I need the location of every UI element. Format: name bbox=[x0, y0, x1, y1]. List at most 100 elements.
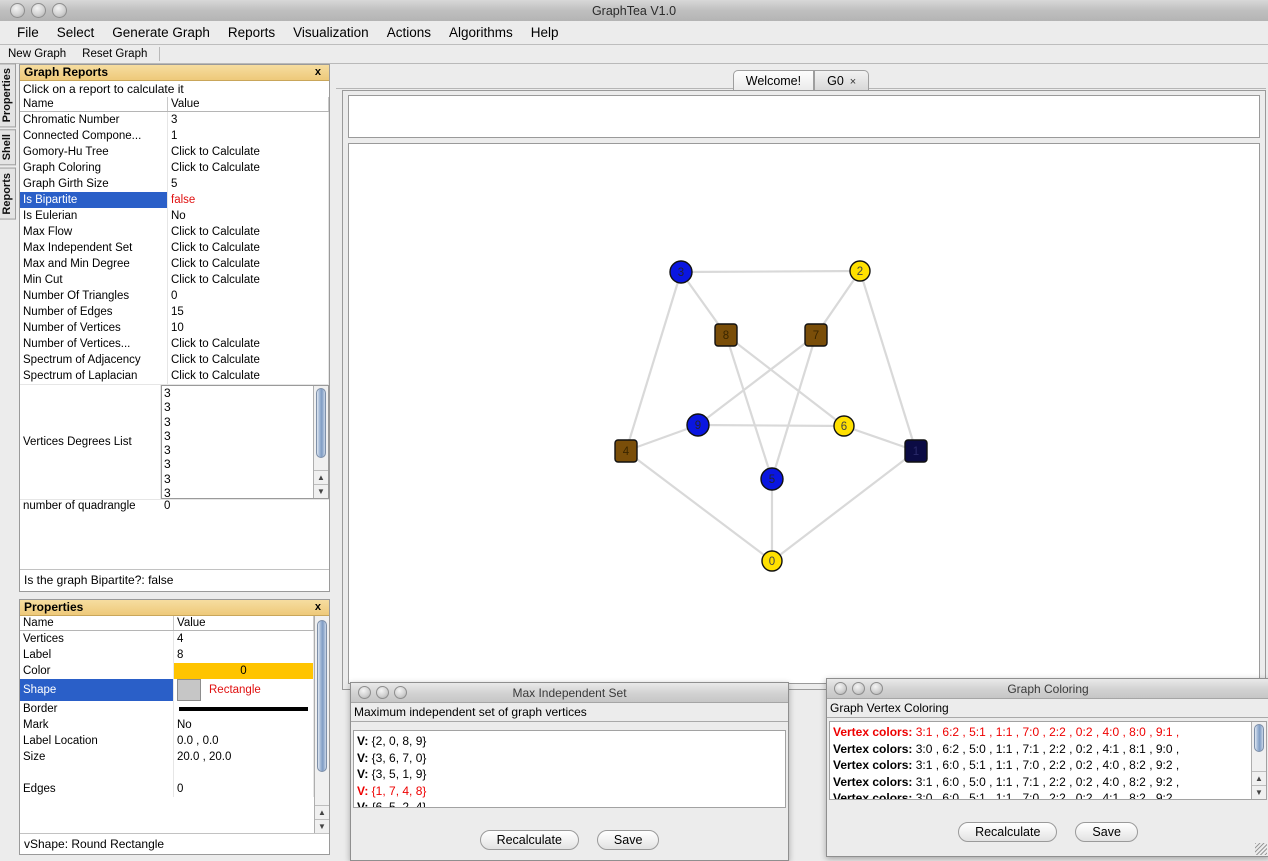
scrollbar-track[interactable] bbox=[314, 386, 328, 470]
save-button[interactable]: Save bbox=[1075, 822, 1138, 842]
graph-vertex[interactable]: 7 bbox=[804, 323, 828, 347]
menu-actions[interactable]: Actions bbox=[378, 23, 440, 42]
graph-vertex[interactable]: 8 bbox=[714, 323, 738, 347]
property-value[interactable]: Rectangle bbox=[173, 679, 314, 701]
table-row[interactable]: Number of Vertices... Click to Calculate bbox=[20, 336, 329, 352]
table-row[interactable]: Number Of Triangles 0 bbox=[20, 288, 329, 304]
report-value[interactable]: 3 bbox=[167, 111, 329, 128]
graph-vertex[interactable]: 6 bbox=[833, 415, 855, 437]
scroll-down-icon[interactable]: ▼ bbox=[315, 819, 329, 833]
vertex-coloring-row[interactable]: Vertex colors: 3:1 , 6:2 , 5:1 , 1:1 , 7… bbox=[833, 724, 1251, 741]
table-row[interactable]: Max Independent Set Click to Calculate bbox=[20, 240, 329, 256]
report-value[interactable]: false bbox=[167, 192, 329, 208]
report-value[interactable]: Click to Calculate bbox=[167, 160, 329, 176]
close-icon[interactable]: x bbox=[315, 65, 325, 80]
independent-set-row[interactable]: V: {6, 5, 2, 4} bbox=[357, 799, 785, 807]
report-value[interactable]: Click to Calculate bbox=[167, 240, 329, 256]
scrollbar-track[interactable] bbox=[315, 616, 329, 805]
new-graph-button[interactable]: New Graph bbox=[0, 47, 74, 61]
table-row[interactable] bbox=[20, 765, 314, 781]
max-independent-set-list[interactable]: V: {2, 0, 8, 9} V: {3, 6, 7, 0} V: {3, 5, … bbox=[353, 730, 786, 808]
scroll-up-icon[interactable]: ▲ bbox=[315, 805, 329, 819]
property-value[interactable]: 0 bbox=[173, 781, 314, 797]
degrees-scrollbar[interactable]: ▲ ▼ bbox=[313, 386, 328, 498]
graph-edge[interactable] bbox=[858, 270, 918, 452]
graph-edge[interactable] bbox=[697, 423, 845, 428]
side-tab-shell[interactable]: Shell bbox=[0, 129, 16, 166]
graph-vertex[interactable]: 3 bbox=[669, 260, 693, 284]
tab-welcome[interactable]: Welcome! bbox=[732, 70, 815, 90]
graph-vertex[interactable]: 1 bbox=[904, 439, 928, 463]
graph-vertex[interactable]: 4 bbox=[614, 439, 638, 463]
graph-edge[interactable] bbox=[771, 450, 917, 562]
reset-graph-button[interactable]: Reset Graph bbox=[74, 47, 155, 61]
recalculate-button[interactable]: Recalculate bbox=[479, 830, 579, 850]
menu-visualization[interactable]: Visualization bbox=[284, 23, 378, 42]
report-value[interactable]: Click to Calculate bbox=[167, 336, 329, 352]
report-value[interactable]: 5 bbox=[167, 176, 329, 192]
table-row[interactable]: Max and Min Degree Click to Calculate bbox=[20, 256, 329, 272]
graph-edge[interactable] bbox=[697, 334, 817, 426]
table-row[interactable]: Label Location 0.0 , 0.0 bbox=[20, 733, 314, 749]
editor-toolbar-strip[interactable] bbox=[348, 95, 1260, 138]
resize-grip-icon[interactable] bbox=[1255, 843, 1267, 855]
table-row[interactable]: Graph Girth Size 5 bbox=[20, 176, 329, 192]
graph-edge[interactable] bbox=[724, 334, 774, 480]
report-value[interactable]: 10 bbox=[167, 320, 329, 336]
table-row[interactable]: Gomory-Hu Tree Click to Calculate bbox=[20, 144, 329, 160]
tab-g0[interactable]: G0 × bbox=[814, 70, 870, 90]
table-row[interactable]: Connected Compone... 1 bbox=[20, 128, 329, 144]
graph-vertex[interactable]: 9 bbox=[686, 413, 710, 437]
property-value[interactable]: 4 bbox=[173, 630, 314, 647]
properties-scrollbar[interactable]: ▲ ▼ bbox=[314, 616, 329, 833]
table-row[interactable]: Color 0 bbox=[20, 663, 314, 679]
independent-set-row[interactable]: V: {1, 7, 4, 8} bbox=[357, 783, 785, 800]
menu-help[interactable]: Help bbox=[522, 23, 568, 42]
side-tab-properties[interactable]: Properties bbox=[0, 63, 16, 128]
vertex-coloring-row[interactable]: Vertex colors: 3:1 , 6:0 , 5:0 , 1:1 , 7… bbox=[833, 774, 1251, 791]
property-value[interactable] bbox=[173, 701, 314, 717]
table-row[interactable]: Shape Rectangle bbox=[20, 679, 314, 701]
graph-canvas[interactable]: 3 2 8 7 9 6 4 1 5 0 bbox=[348, 143, 1260, 684]
color-swatch-value[interactable]: 0 bbox=[173, 663, 314, 679]
table-row[interactable]: Vertices 4 bbox=[20, 630, 314, 647]
graph-edge[interactable] bbox=[624, 271, 683, 452]
table-row[interactable]: Edges 0 bbox=[20, 781, 314, 797]
graph-vertex[interactable]: 0 bbox=[761, 550, 783, 572]
report-value[interactable]: Click to Calculate bbox=[167, 256, 329, 272]
table-row[interactable]: Is Eulerian No bbox=[20, 208, 329, 224]
table-row[interactable]: Min Cut Click to Calculate bbox=[20, 272, 329, 288]
report-value[interactable]: Click to Calculate bbox=[167, 224, 329, 240]
table-row[interactable]: Spectrum of Adjacency Click to Calculate bbox=[20, 352, 329, 368]
table-row[interactable]: Max Flow Click to Calculate bbox=[20, 224, 329, 240]
table-row[interactable]: Mark No bbox=[20, 717, 314, 733]
report-value[interactable]: Click to Calculate bbox=[167, 272, 329, 288]
table-row[interactable]: Is Bipartite false bbox=[20, 192, 329, 208]
menu-algorithms[interactable]: Algorithms bbox=[440, 23, 522, 42]
menu-generate-graph[interactable]: Generate Graph bbox=[103, 23, 219, 42]
scrollbar-thumb[interactable] bbox=[1254, 724, 1264, 752]
table-row[interactable]: Chromatic Number 3 bbox=[20, 111, 329, 128]
scroll-down-icon[interactable]: ▼ bbox=[1252, 785, 1266, 799]
menu-reports[interactable]: Reports bbox=[219, 23, 284, 42]
vertex-coloring-row[interactable]: Vertex colors: 3:0 , 6:0 , 5:1 , 1:1 , 7… bbox=[833, 790, 1251, 799]
report-value[interactable]: Click to Calculate bbox=[167, 368, 329, 384]
scrollbar-track[interactable] bbox=[1252, 722, 1266, 771]
report-value[interactable]: No bbox=[167, 208, 329, 224]
property-value[interactable] bbox=[173, 765, 314, 781]
table-row[interactable]: Number of Edges 15 bbox=[20, 304, 329, 320]
report-value[interactable]: 15 bbox=[167, 304, 329, 320]
property-value[interactable]: 20.0 , 20.0 bbox=[173, 749, 314, 765]
graph-coloring-list[interactable]: Vertex colors: 3:1 , 6:2 , 5:1 , 1:1 , 7… bbox=[829, 721, 1267, 800]
table-row[interactable]: Spectrum of Laplacian Click to Calculate bbox=[20, 368, 329, 384]
independent-set-row[interactable]: V: {2, 0, 8, 9} bbox=[357, 733, 785, 750]
vertex-coloring-row[interactable]: Vertex colors: 3:0 , 6:2 , 5:0 , 1:1 , 7… bbox=[833, 741, 1251, 758]
table-row[interactable]: Number of Vertices 10 bbox=[20, 320, 329, 336]
report-value[interactable]: Click to Calculate bbox=[167, 352, 329, 368]
graph-drawing[interactable]: 3 2 8 7 9 6 4 1 5 0 bbox=[349, 144, 1260, 682]
report-value[interactable]: Click to Calculate bbox=[167, 144, 329, 160]
vertex-coloring-row[interactable]: Vertex colors: 3:1 , 6:0 , 5:1 , 1:1 , 7… bbox=[833, 757, 1251, 774]
table-row[interactable]: Border bbox=[20, 701, 314, 717]
graph-edge[interactable] bbox=[725, 334, 845, 427]
close-icon[interactable]: x bbox=[315, 600, 325, 615]
